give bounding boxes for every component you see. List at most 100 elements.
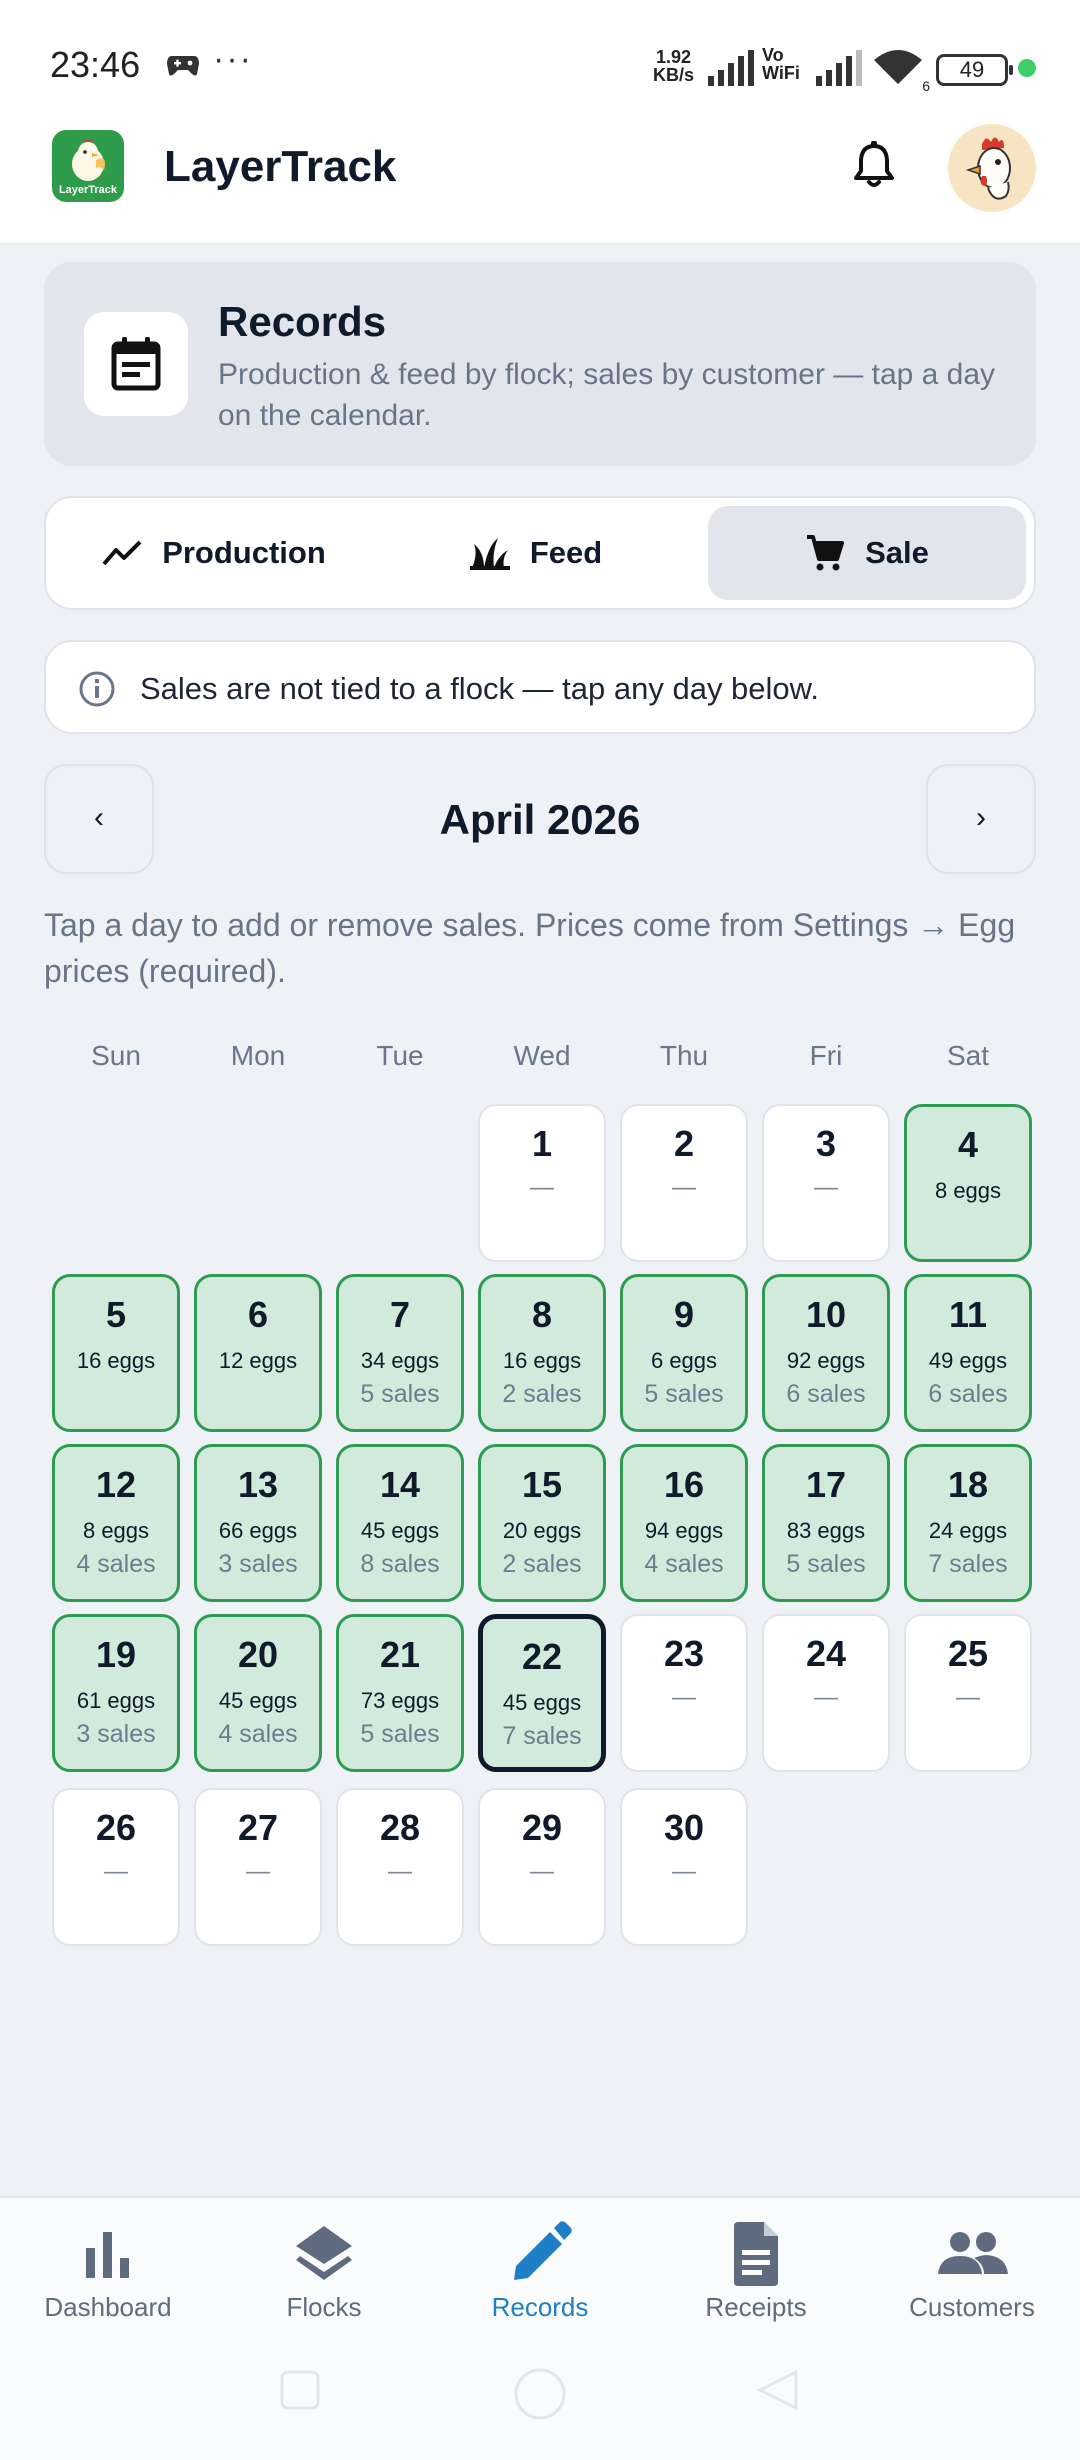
day-number: 6 bbox=[247, 1294, 269, 1335]
day-eggs: 16 eggs bbox=[502, 1348, 582, 1373]
calendar-day-5[interactable]: 5 16 eggs bbox=[52, 1274, 180, 1432]
day-eggs: 16 eggs bbox=[76, 1348, 156, 1373]
bell-icon[interactable] bbox=[846, 138, 902, 194]
calendar-day-27[interactable]: 27 — bbox=[194, 1788, 322, 1946]
calendar-day-15[interactable]: 15 20 eggs 2 sales bbox=[478, 1444, 606, 1602]
tab-sale-label: Sale bbox=[865, 535, 929, 570]
day-eggs: 45 eggs bbox=[360, 1518, 440, 1543]
calendar-day-24[interactable]: 24 — bbox=[762, 1614, 890, 1772]
day-eggs: 8 eggs bbox=[82, 1518, 150, 1543]
calendar-day-3[interactable]: 3— bbox=[762, 1104, 890, 1262]
calendar-day-12[interactable]: 12 8 eggs 4 sales bbox=[52, 1444, 180, 1602]
day-eggs: 92 eggs bbox=[786, 1348, 866, 1373]
bottom-nav: Dashboard Flocks Records Receipts Custom… bbox=[0, 2196, 1080, 2460]
day-eggs: 24 eggs bbox=[928, 1518, 1008, 1543]
system-home-icon[interactable] bbox=[510, 2364, 570, 2424]
calendar-day-7[interactable]: 7 34 eggs 5 sales bbox=[336, 1274, 464, 1432]
calendar-day-9[interactable]: 9 6 eggs 5 sales bbox=[620, 1274, 748, 1432]
app-title: LayerTrack bbox=[164, 142, 397, 191]
day-number: 3 bbox=[815, 1123, 837, 1164]
day-number: 29 bbox=[521, 1807, 563, 1848]
calendar-day-21[interactable]: 21 73 eggs 5 sales bbox=[336, 1614, 464, 1772]
day-number: 7 bbox=[389, 1294, 411, 1335]
day-number: 15 bbox=[521, 1464, 563, 1505]
calendar-day-2[interactable]: 2— bbox=[620, 1104, 748, 1262]
net-speed: 1.92 KB/s bbox=[653, 48, 694, 84]
day-number: 1 bbox=[531, 1123, 553, 1164]
app-bar: LayerTrack LayerTrack bbox=[0, 120, 1080, 244]
system-back-icon[interactable] bbox=[756, 2368, 800, 2412]
day-number: 11 bbox=[948, 1294, 988, 1335]
trend-line-icon bbox=[102, 540, 142, 566]
nav-flocks[interactable]: Flocks bbox=[216, 2218, 432, 2323]
records-header: Records Production & feed by flock; sale… bbox=[44, 262, 1036, 466]
tab-feed[interactable]: Feed bbox=[376, 506, 696, 600]
weekday-label: Thu bbox=[659, 1040, 709, 1071]
calendar-day-25[interactable]: 25 — bbox=[904, 1614, 1032, 1772]
tab-production[interactable]: Production bbox=[54, 506, 374, 600]
day-number: 12 bbox=[95, 1464, 137, 1505]
day-sales: 7 sales bbox=[928, 1550, 1008, 1578]
day-eggs: 8 eggs bbox=[934, 1178, 1002, 1203]
day-eggs: 34 eggs bbox=[360, 1348, 440, 1373]
nav-customers[interactable]: Customers bbox=[864, 2218, 1080, 2323]
day-number: 24 bbox=[805, 1633, 847, 1674]
calendar-day-14[interactable]: 14 45 eggs 8 sales bbox=[336, 1444, 464, 1602]
calendar-day-19[interactable]: 19 61 eggs 3 sales bbox=[52, 1614, 180, 1772]
calendar-day-4[interactable]: 4 8 eggs bbox=[904, 1104, 1032, 1262]
pencil-icon bbox=[514, 2221, 572, 2280]
calendar-day-23[interactable]: 23 — bbox=[620, 1614, 748, 1772]
nav-records[interactable]: Records bbox=[432, 2218, 648, 2323]
nav-customers-label: Customers bbox=[909, 2292, 1035, 2322]
calendar-day-28[interactable]: 28 — bbox=[336, 1788, 464, 1946]
calendar-day-20[interactable]: 20 45 eggs 4 sales bbox=[194, 1614, 322, 1772]
bar-chart-icon bbox=[86, 2232, 129, 2278]
calendar-day-13[interactable]: 13 66 eggs 3 sales bbox=[194, 1444, 322, 1602]
day-empty: — bbox=[104, 1858, 128, 1885]
nav-dashboard[interactable]: Dashboard bbox=[0, 2218, 216, 2323]
calendar-day-22[interactable]: 22 45 eggs 7 sales bbox=[478, 1614, 606, 1772]
rooster-avatar[interactable] bbox=[948, 124, 1036, 212]
signal-icon bbox=[816, 50, 862, 86]
calendar-day-11[interactable]: 11 49 eggs 6 sales bbox=[904, 1274, 1032, 1432]
day-eggs: 83 eggs bbox=[786, 1518, 866, 1543]
weekday-label: Wed bbox=[513, 1040, 571, 1071]
calendar-day-29[interactable]: 29 — bbox=[478, 1788, 606, 1946]
signal-icon bbox=[708, 50, 754, 86]
day-number: 16 bbox=[663, 1464, 705, 1505]
calendar-day-10[interactable]: 10 92 eggs 6 sales bbox=[762, 1274, 890, 1432]
day-number: 18 bbox=[947, 1464, 989, 1505]
vowifi-bottom: WiFi bbox=[762, 63, 800, 83]
calendar-day-17[interactable]: 17 83 eggs 5 sales bbox=[762, 1444, 890, 1602]
day-sales: 8 sales bbox=[360, 1550, 440, 1578]
day-eggs: 45 eggs bbox=[502, 1690, 582, 1715]
day-eggs: 6 eggs bbox=[650, 1348, 718, 1373]
battery-icon: 49 bbox=[936, 54, 1013, 86]
nav-receipts[interactable]: Receipts bbox=[648, 2218, 864, 2323]
day-number: 9 bbox=[673, 1294, 695, 1335]
game-controller-icon bbox=[167, 56, 199, 76]
calendar-day-30[interactable]: 30 — bbox=[620, 1788, 748, 1946]
prev-month-button[interactable]: ‹ bbox=[44, 764, 154, 874]
page-subtitle: Production & feed by flock; sales by cus… bbox=[218, 358, 996, 432]
wifi-icon: 6 bbox=[872, 48, 930, 94]
day-number: 8 bbox=[531, 1294, 553, 1335]
document-icon bbox=[734, 2222, 778, 2286]
day-sales: 5 sales bbox=[644, 1380, 724, 1408]
calendar-day-8[interactable]: 8 16 eggs 2 sales bbox=[478, 1274, 606, 1432]
tab-sale[interactable]: Sale bbox=[708, 506, 1026, 600]
info-banner: Sales are not tied to a flock — tap any … bbox=[44, 640, 1036, 734]
month-title: April 2026 bbox=[439, 796, 641, 843]
calendar-day-26[interactable]: 26 — bbox=[52, 1788, 180, 1946]
calendar-day-18[interactable]: 18 24 eggs 7 sales bbox=[904, 1444, 1032, 1602]
day-sales: 3 sales bbox=[76, 1720, 156, 1748]
calendar-day-1[interactable]: 1— bbox=[478, 1104, 606, 1262]
calendar-day-16[interactable]: 16 94 eggs 4 sales bbox=[620, 1444, 748, 1602]
system-recent-icon[interactable] bbox=[278, 2368, 322, 2412]
calendar-day-6[interactable]: 6 12 eggs bbox=[194, 1274, 322, 1432]
next-month-button[interactable]: › bbox=[926, 764, 1036, 874]
calendar-hint: Tap a day to add or remove sales. Prices… bbox=[44, 907, 1016, 989]
nav-records-label: Records bbox=[491, 2292, 589, 2322]
weekday-label: Mon bbox=[230, 1040, 286, 1071]
day-sales: 6 sales bbox=[786, 1380, 866, 1408]
